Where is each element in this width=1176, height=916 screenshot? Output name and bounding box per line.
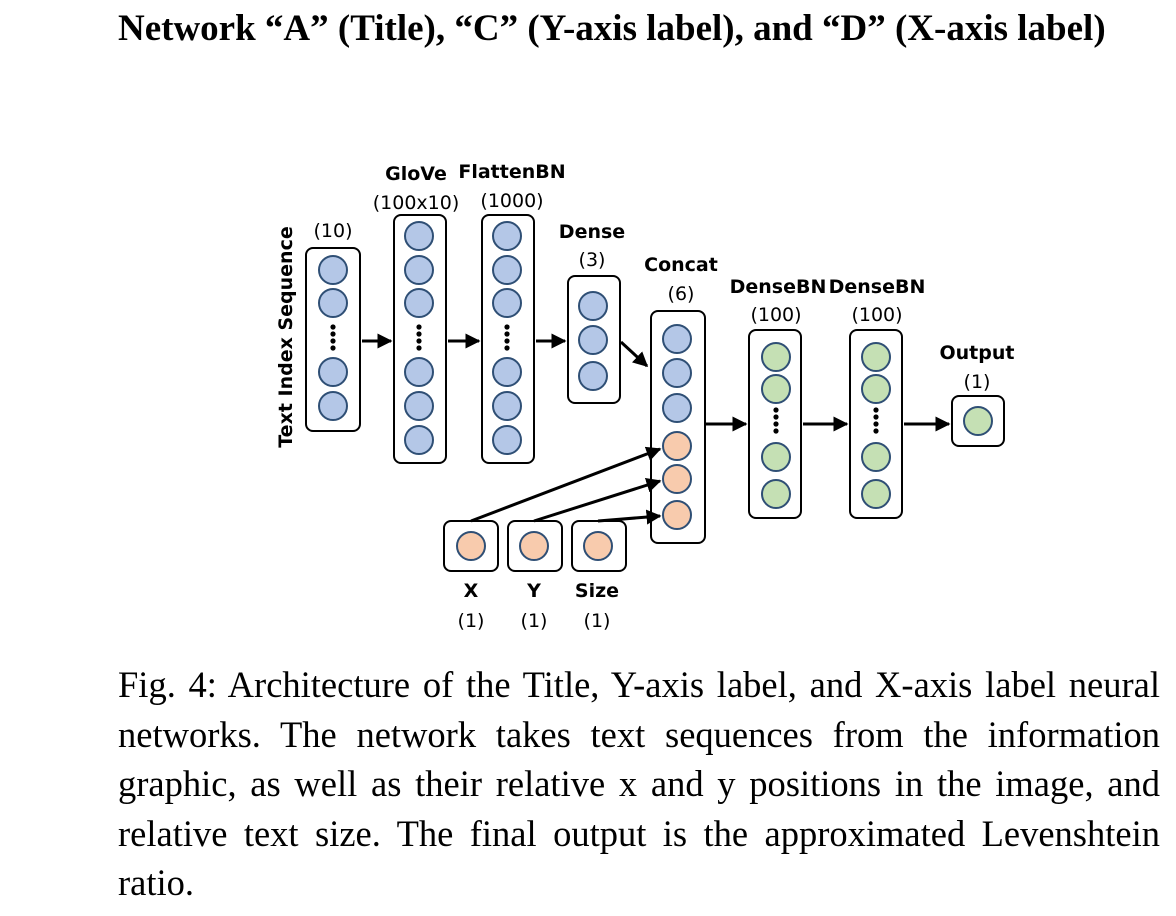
concat-size-label: (6): [668, 283, 695, 305]
glove-size-label: (100x10): [373, 192, 460, 214]
input-neuron: [318, 255, 348, 285]
output-size-label: (1): [964, 371, 991, 393]
dense-bn-2-neuron: [861, 342, 891, 372]
ellipsis-dots: [873, 407, 879, 413]
y-input-size-label: (1): [521, 610, 548, 632]
glove-neuron: [404, 391, 434, 421]
flatten-neuron: [492, 221, 522, 251]
concat-neuron-sequence: [662, 393, 692, 423]
ellipsis-dots: [504, 331, 510, 337]
y-input-neuron: [519, 531, 549, 561]
size-input-neuron: [583, 531, 613, 561]
dense-bn-1-name-label: DenseBN: [730, 276, 827, 298]
x-input-neuron: [456, 531, 486, 561]
dense-bn-2-neuron: [861, 442, 891, 472]
ellipsis-dots: [773, 428, 779, 434]
ellipsis-dots: [416, 331, 422, 337]
input-size-label: (10): [313, 220, 352, 242]
x-input-name-label: X: [464, 580, 479, 602]
ellipsis-dots: [873, 414, 879, 420]
flatten-neuron: [492, 255, 522, 285]
dense-bn-2-neuron: [861, 374, 891, 404]
dense-bn-1-size-label: (100): [750, 304, 801, 326]
input-neuron: [318, 391, 348, 421]
concat-name-label: Concat: [644, 254, 718, 276]
figure-caption: Fig. 4: Architecture of the Title, Y-axi…: [118, 664, 1160, 903]
ellipsis-dots: [330, 324, 336, 330]
input-neuron: [318, 288, 348, 318]
ellipsis-dots: [416, 338, 422, 344]
ellipsis-dots: [504, 345, 510, 351]
glove-neuron: [404, 425, 434, 455]
dense-neuron: [578, 361, 608, 391]
flatten-name-label: FlattenBN: [458, 161, 565, 183]
output-neuron: [963, 406, 993, 436]
size-input-size-label: (1): [584, 610, 611, 632]
concat-neuron-sequence: [662, 324, 692, 354]
ellipsis-dots: [773, 407, 779, 413]
ellipsis-dots: [330, 345, 336, 351]
input-neuron: [318, 357, 348, 387]
ellipsis-dots: [330, 331, 336, 337]
dense-size-label: (3): [579, 249, 606, 271]
ellipsis-dots: [416, 345, 422, 351]
dense-bn-1-neuron: [761, 479, 791, 509]
flatten-size-label: (1000): [480, 190, 543, 212]
x-input-size-label: (1): [458, 610, 485, 632]
size-input-name-label: Size: [575, 580, 619, 602]
glove-name-label: GloVe: [385, 163, 447, 185]
dense-bn-1-neuron: [761, 442, 791, 472]
dense-bn-1-neuron: [761, 342, 791, 372]
dense-neuron: [578, 325, 608, 355]
ellipsis-dots: [773, 414, 779, 420]
ellipsis-dots: [416, 324, 422, 330]
arrow-dense-to-concat: [619, 340, 649, 368]
ellipsis-dots: [330, 338, 336, 344]
concat-neuron-position: [662, 431, 692, 461]
ellipsis-dots: [873, 421, 879, 427]
arrow-y-to-concat: [533, 477, 662, 523]
ellipsis-dots: [504, 324, 510, 330]
concat-neuron-sequence: [662, 358, 692, 388]
dense-bn-2-name-label: DenseBN: [829, 276, 926, 298]
text-index-sequence-label: Text Index Sequence: [275, 226, 297, 448]
ellipsis-dots: [504, 338, 510, 344]
dense-bn-2-neuron: [861, 479, 891, 509]
dense-neuron: [578, 291, 608, 321]
glove-neuron: [404, 357, 434, 387]
flatten-neuron: [492, 391, 522, 421]
concat-neuron-position: [662, 500, 692, 530]
dense-name-label: Dense: [559, 221, 625, 243]
output-name-label: Output: [940, 342, 1015, 364]
glove-neuron: [404, 221, 434, 251]
ellipsis-dots: [773, 421, 779, 427]
dense-bn-1-neuron: [761, 374, 791, 404]
glove-neuron: [404, 255, 434, 285]
network-architecture-diagram: Text Index Sequence (10) GloVe (100x10) …: [275, 161, 1015, 632]
flatten-neuron: [492, 288, 522, 318]
ellipsis-dots: [873, 428, 879, 434]
y-input-name-label: Y: [526, 580, 541, 602]
glove-neuron: [404, 288, 434, 318]
dense-bn-2-size-label: (100): [851, 304, 902, 326]
concat-neuron-position: [662, 464, 692, 494]
flatten-neuron: [492, 357, 522, 387]
flatten-neuron: [492, 425, 522, 455]
